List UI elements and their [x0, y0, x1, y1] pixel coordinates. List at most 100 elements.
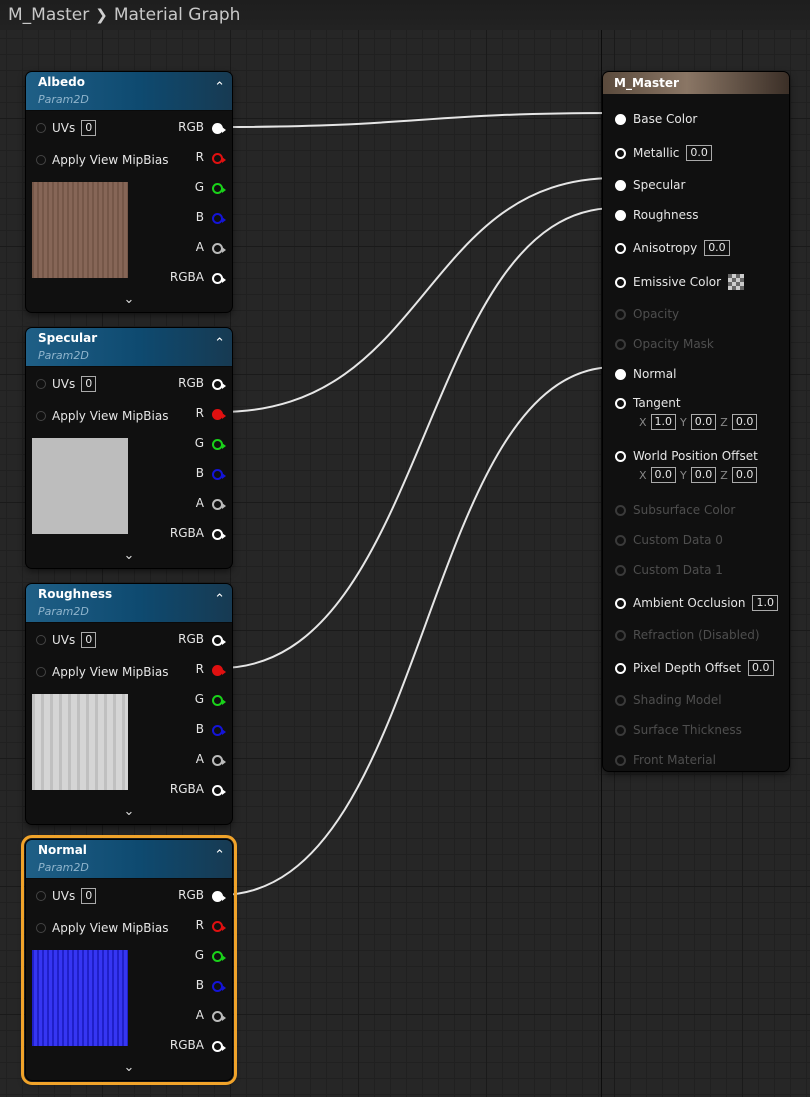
output-pin-rgba[interactable] — [212, 1041, 226, 1052]
input-pin-base-color[interactable] — [615, 113, 626, 125]
input-pin-front-material — [615, 754, 626, 766]
y-value[interactable]: 0.0 — [690, 467, 717, 483]
node-header[interactable]: Albedo Param2D ⌃ — [26, 72, 232, 111]
mipbias-input-pin[interactable] — [36, 923, 46, 933]
collapse-icon[interactable]: ⌃ — [214, 80, 225, 95]
master-input-ambient-occlusion[interactable]: Ambient Occlusion 1.0 — [615, 595, 778, 611]
chevron-down-icon[interactable]: ⌄ — [26, 292, 232, 307]
input-pin-normal[interactable] — [615, 368, 626, 380]
output-pin-b[interactable] — [212, 469, 226, 480]
output-label-rgb: RGB — [178, 632, 204, 646]
mipbias-input-pin[interactable] — [36, 411, 46, 421]
output-pin-rgba[interactable] — [212, 785, 226, 796]
output-pin-rgba[interactable] — [212, 273, 226, 284]
texture-thumbnail-specular — [32, 438, 128, 534]
collapse-icon[interactable]: ⌃ — [214, 592, 225, 607]
master-node-title[interactable]: M_Master — [603, 72, 789, 94]
breadcrumb-root[interactable]: M_Master — [8, 5, 89, 25]
node-header[interactable]: Normal Param2D ⌃ — [26, 840, 232, 879]
output-label-rgba: RGBA — [169, 526, 204, 540]
master-input-tangent[interactable]: Tangent — [615, 396, 681, 410]
value-box-ambient-occlusion[interactable]: 1.0 — [752, 595, 778, 611]
collapse-icon[interactable]: ⌃ — [214, 848, 225, 863]
uvs-value-box[interactable]: 0 — [81, 888, 97, 904]
output-pin-a[interactable] — [212, 499, 226, 510]
output-pin-rgb[interactable] — [212, 123, 226, 134]
output-label-b: B — [195, 722, 204, 736]
output-pin-rgb[interactable] — [212, 379, 226, 390]
x-value[interactable]: 0.0 — [650, 467, 677, 483]
chevron-down-icon[interactable]: ⌄ — [26, 548, 232, 563]
master-input-normal[interactable]: Normal — [615, 367, 676, 381]
output-pin-r[interactable] — [212, 153, 226, 164]
value-box-metallic[interactable]: 0.0 — [686, 145, 712, 161]
z-value[interactable]: 0.0 — [731, 467, 758, 483]
output-pin-g[interactable] — [212, 951, 226, 962]
master-input-surface-thickness: Surface Thickness — [615, 723, 742, 737]
texture-sample-node-roughness[interactable]: Roughness Param2D ⌃ UVs 0 Apply View MipBias R… — [26, 584, 232, 824]
texture-thumbnail-normal — [32, 950, 128, 1046]
input-pin-roughness[interactable] — [615, 209, 626, 221]
value-box-anisotropy[interactable]: 0.0 — [704, 240, 730, 256]
uvs-input-pin[interactable] — [36, 123, 46, 133]
checker-swatch-icon[interactable] — [728, 274, 745, 290]
output-pin-b[interactable] — [212, 213, 226, 224]
input-pin-tangent[interactable] — [615, 397, 626, 409]
output-pin-a[interactable] — [212, 243, 226, 254]
node-header[interactable]: Specular Param2D ⌃ — [26, 328, 232, 367]
output-pin-rgb[interactable] — [212, 635, 226, 646]
y-value[interactable]: 0.0 — [690, 414, 717, 430]
uvs-input-pin[interactable] — [36, 379, 46, 389]
node-header[interactable]: Roughness Param2D ⌃ — [26, 584, 232, 623]
texture-sample-node-specular[interactable]: Specular Param2D ⌃ UVs 0 Apply View MipBias RG… — [26, 328, 232, 568]
output-pin-rgb[interactable] — [212, 891, 226, 902]
chevron-down-icon[interactable]: ⌄ — [26, 1060, 232, 1075]
output-pin-g[interactable] — [212, 439, 226, 450]
output-pin-r[interactable] — [212, 665, 226, 676]
output-label-a: A — [195, 496, 204, 510]
texture-sample-node-normal[interactable]: Normal Param2D ⌃ UVs 0 Apply View MipBias RGB R… — [21, 835, 237, 1085]
output-pin-g[interactable] — [212, 183, 226, 194]
output-pin-a[interactable] — [212, 1011, 226, 1022]
output-pin-rgba[interactable] — [212, 529, 226, 540]
input-pin-specular[interactable] — [615, 179, 626, 191]
uvs-value-box[interactable]: 0 — [81, 120, 97, 136]
mipbias-input-pin[interactable] — [36, 155, 46, 165]
master-input-roughness[interactable]: Roughness — [615, 208, 698, 222]
input-pin-anisotropy[interactable] — [615, 242, 626, 254]
output-pin-r[interactable] — [212, 409, 226, 420]
input-label-specular: Specular — [633, 178, 686, 192]
master-input-world-position-offset[interactable]: World Position Offset — [615, 449, 758, 463]
input-label-ambient-occlusion: Ambient Occlusion — [633, 596, 746, 610]
master-input-pixel-depth-offset[interactable]: Pixel Depth Offset 0.0 — [615, 660, 774, 676]
mipbias-label: Apply View MipBias — [52, 153, 169, 167]
input-pin-metallic[interactable] — [615, 147, 626, 159]
input-pin-pixel-depth-offset[interactable] — [615, 662, 626, 674]
master-material-node[interactable]: M_Master Base Color Metallic 0.0 Specular Ro… — [603, 72, 789, 771]
output-pin-a[interactable] — [212, 755, 226, 766]
input-pin-emissive-color[interactable] — [615, 276, 626, 288]
master-input-metallic[interactable]: Metallic 0.0 — [615, 145, 712, 161]
uvs-input-pin[interactable] — [36, 635, 46, 645]
value-box-pixel-depth-offset[interactable]: 0.0 — [748, 660, 774, 676]
uvs-value-box[interactable]: 0 — [81, 632, 97, 648]
input-pin-world-position-offset[interactable] — [615, 450, 626, 462]
uvs-input-pin[interactable] — [36, 891, 46, 901]
output-pin-g[interactable] — [212, 695, 226, 706]
master-input-anisotropy[interactable]: Anisotropy 0.0 — [615, 240, 730, 256]
chevron-down-icon[interactable]: ⌄ — [26, 804, 232, 819]
output-pin-b[interactable] — [212, 725, 226, 736]
x-value[interactable]: 1.0 — [650, 414, 677, 430]
output-pin-b[interactable] — [212, 981, 226, 992]
master-input-base-color[interactable]: Base Color — [615, 112, 697, 126]
master-input-specular[interactable]: Specular — [615, 178, 685, 192]
master-input-emissive-color[interactable]: Emissive Color — [615, 274, 745, 290]
input-pin-ambient-occlusion[interactable] — [615, 597, 626, 609]
output-pin-r[interactable] — [212, 921, 226, 932]
z-value[interactable]: 0.0 — [731, 414, 758, 430]
breadcrumb-current[interactable]: Material Graph — [114, 5, 241, 25]
texture-sample-node-albedo[interactable]: Albedo Param2D ⌃ UVs 0 Apply View MipBias RGB R… — [26, 72, 232, 312]
uvs-value-box[interactable]: 0 — [81, 376, 97, 392]
collapse-icon[interactable]: ⌃ — [214, 336, 225, 351]
mipbias-input-pin[interactable] — [36, 667, 46, 677]
